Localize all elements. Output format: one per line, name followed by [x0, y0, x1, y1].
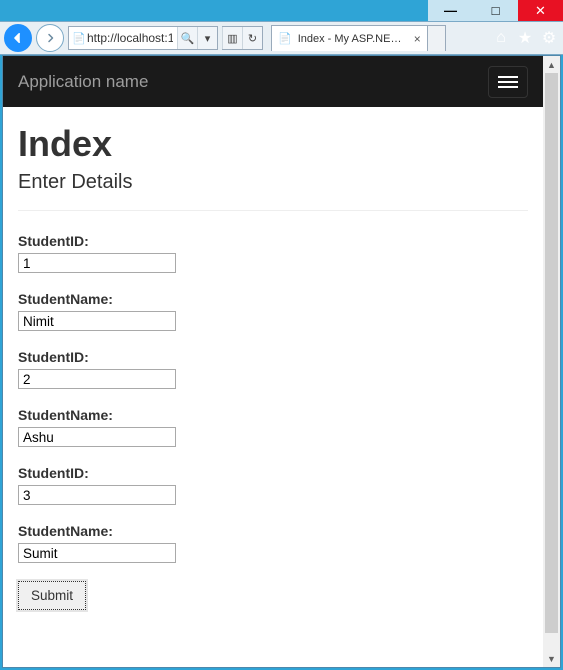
field-student-name: StudentName: — [18, 407, 528, 447]
scroll-down-icon[interactable]: ▼ — [543, 650, 560, 667]
label-student-name: StudentName: — [18, 407, 528, 423]
label-student-id: StudentID: — [18, 465, 528, 481]
page-viewport: Application name Index Enter Details Stu… — [3, 56, 543, 667]
titlebar: — □ ✕ — [0, 0, 563, 21]
page-subtitle: Enter Details — [18, 171, 528, 194]
hamburger-line-icon — [498, 81, 518, 83]
tab-label: Index - My ASP.NET A... — [298, 33, 408, 45]
input-student-id[interactable] — [18, 369, 176, 389]
field-student-name: StudentName: — [18, 291, 528, 331]
settings-icon[interactable]: ⚙ — [541, 30, 557, 46]
label-student-id: StudentID: — [18, 349, 528, 365]
nav-toggle-button[interactable] — [488, 66, 528, 98]
field-student-id: StudentID: — [18, 465, 528, 505]
vertical-scrollbar[interactable]: ▲ ▼ — [543, 56, 560, 667]
label-student-id: StudentID: — [18, 233, 528, 249]
address-input[interactable] — [69, 27, 177, 49]
search-button[interactable]: 🔍 — [177, 27, 197, 49]
app-navbar: Application name — [3, 56, 543, 107]
tabstrip: 📄 Index - My ASP.NET A... × — [271, 25, 489, 51]
scroll-thumb[interactable] — [545, 73, 558, 633]
divider — [18, 210, 528, 211]
field-student-id: StudentID: — [18, 349, 528, 389]
page-title: Index — [18, 123, 528, 165]
refresh-button[interactable]: ↻ — [242, 27, 262, 49]
compat-button[interactable]: ▥ — [222, 27, 242, 49]
input-student-name[interactable] — [18, 311, 176, 331]
minimize-button[interactable]: — — [428, 0, 473, 21]
label-student-name: StudentName: — [18, 523, 528, 539]
favorites-icon[interactable]: ★ — [517, 30, 533, 46]
input-student-name[interactable] — [18, 543, 176, 563]
home-icon[interactable]: ⌂ — [493, 30, 509, 46]
tab-close-icon[interactable]: × — [414, 32, 421, 46]
tab-favicon-icon: 📄 — [278, 32, 292, 45]
refresh-group: ▥ ↻ — [222, 26, 263, 50]
hamburger-line-icon — [498, 86, 518, 88]
address-dropdown[interactable]: ▾ — [197, 27, 217, 49]
input-student-name[interactable] — [18, 427, 176, 447]
toolbar-right: ⌂ ★ ⚙ — [493, 30, 559, 46]
input-student-id[interactable] — [18, 253, 176, 273]
maximize-button[interactable]: □ — [473, 0, 518, 21]
forward-button[interactable] — [36, 24, 64, 52]
tab-active[interactable]: 📄 Index - My ASP.NET A... × — [271, 25, 428, 51]
close-button[interactable]: ✕ — [518, 0, 563, 21]
submit-button[interactable]: Submit — [18, 581, 86, 610]
browser-toolbar: 📄 🔍 ▾ ▥ ↻ 📄 Index - My ASP.NET A... × ⌂ … — [0, 21, 563, 55]
new-tab-button[interactable] — [428, 25, 446, 51]
page-content: Index Enter Details StudentID: StudentNa… — [3, 107, 543, 626]
scroll-track[interactable] — [543, 73, 560, 650]
field-student-id: StudentID: — [18, 233, 528, 273]
label-student-name: StudentName: — [18, 291, 528, 307]
hamburger-line-icon — [498, 76, 518, 78]
input-student-id[interactable] — [18, 485, 176, 505]
window: — □ ✕ 📄 🔍 ▾ ▥ ↻ 📄 Index - My ASP.NET A.. — [0, 0, 563, 670]
scroll-up-icon[interactable]: ▲ — [543, 56, 560, 73]
brand[interactable]: Application name — [18, 72, 148, 92]
address-bar: 📄 🔍 ▾ — [68, 26, 218, 50]
client-area: Application name Index Enter Details Stu… — [2, 55, 561, 668]
back-button[interactable] — [4, 24, 32, 52]
field-student-name: StudentName: — [18, 523, 528, 563]
